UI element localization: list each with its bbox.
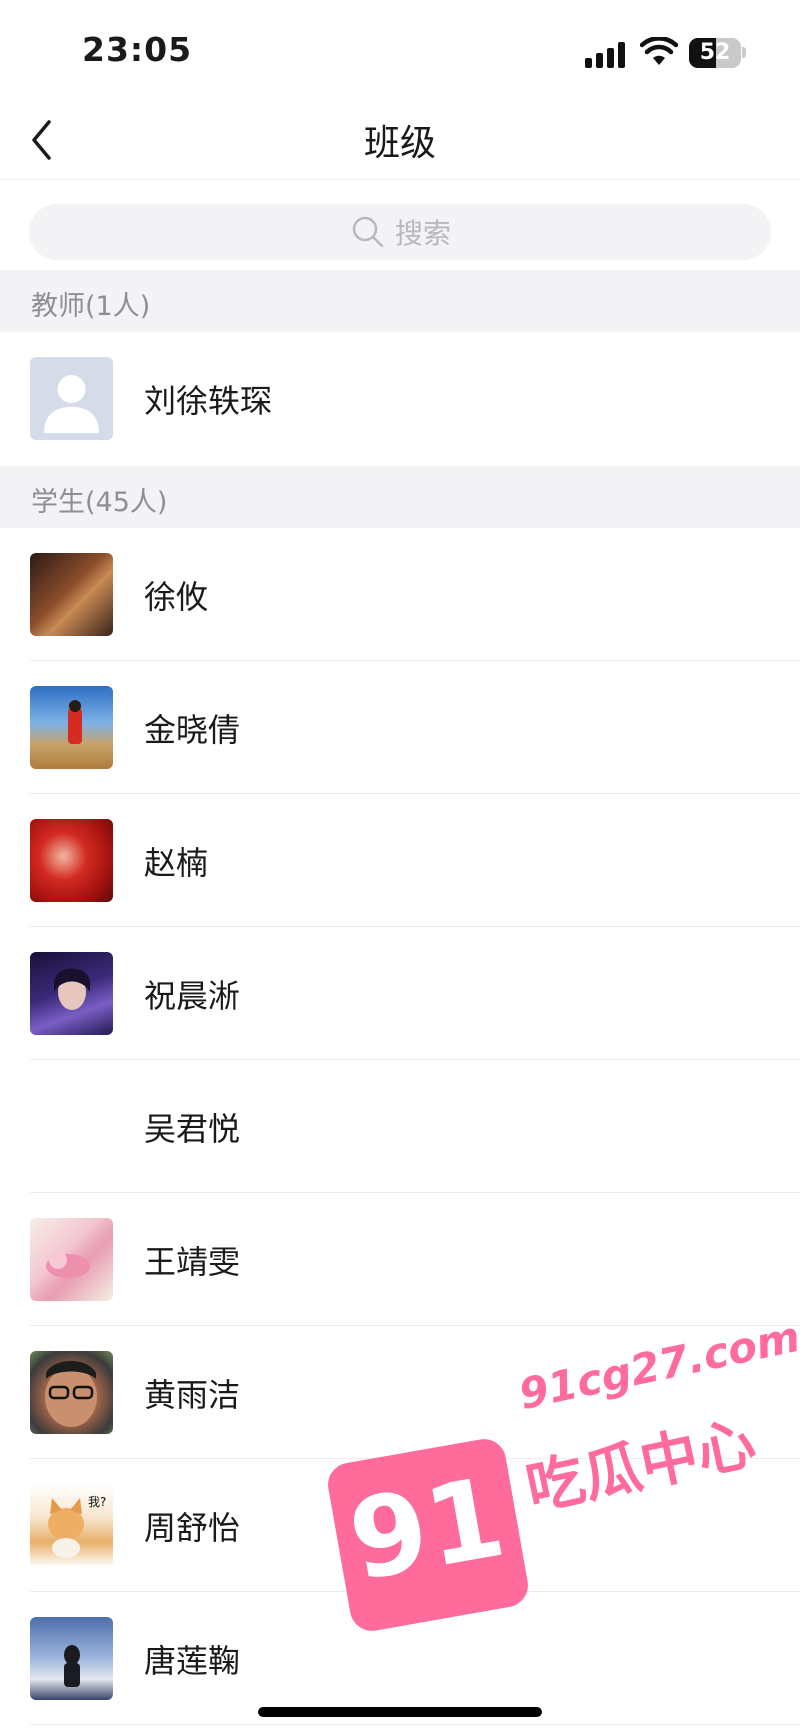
avatar	[30, 819, 113, 902]
member-name: 徐攸	[144, 578, 209, 616]
wifi-icon	[640, 37, 678, 65]
member-name: 王靖雯	[144, 1243, 241, 1281]
search-input[interactable]: 搜索	[29, 204, 771, 260]
section-header-teachers: 教师(1人)	[0, 270, 800, 332]
avatar	[30, 1351, 113, 1434]
avatar	[30, 553, 113, 636]
default-avatar-icon	[30, 357, 113, 440]
status-time: 23:05	[82, 30, 193, 69]
page-title: 班级	[363, 123, 436, 164]
avatar	[30, 952, 113, 1035]
avatar	[30, 686, 113, 769]
member-name: 赵楠	[144, 844, 209, 882]
search-icon	[352, 216, 384, 248]
nav-bar: 班级	[0, 100, 800, 180]
avatar	[30, 1218, 113, 1301]
watermark-badge-text: 91	[340, 1452, 514, 1606]
member-name: 周舒怡	[144, 1509, 241, 1547]
avatar	[30, 1085, 113, 1168]
member-name: 黄雨洁	[144, 1376, 241, 1414]
member-row-student[interactable]: 赵楠	[0, 794, 800, 927]
watermark-badge: 91	[324, 1435, 532, 1635]
search-placeholder: 搜索	[394, 217, 451, 250]
section-header-students: 学生(45人)	[0, 466, 800, 528]
signal-icon	[585, 40, 627, 68]
member-row-student[interactable]: 吴君悦	[0, 1060, 800, 1193]
member-name: 祝晨淅	[144, 977, 241, 1015]
member-name: 吴君悦	[144, 1110, 241, 1148]
section-title: 教师(1人)	[31, 291, 151, 322]
member-row-teacher[interactable]: 刘徐轶琛	[0, 332, 800, 465]
status-bar: 23:05 52	[0, 0, 800, 100]
member-row-student[interactable]: 祝晨淅	[0, 927, 800, 1060]
battery-tip	[742, 47, 746, 58]
member-name: 金晓倩	[144, 711, 241, 749]
battery-level: 52	[699, 40, 731, 65]
member-row-student[interactable]: 王靖雯	[0, 1193, 800, 1326]
watermark-label: 吃瓜中心	[520, 1408, 762, 1524]
avatar-caption: 我?	[88, 1495, 106, 1509]
member-row-student[interactable]: 金晓倩	[0, 661, 800, 794]
avatar: 我?	[30, 1484, 113, 1567]
avatar	[30, 1617, 113, 1700]
watermark: 91cg27.com 吃瓜中心 91	[324, 1312, 800, 1733]
member-row-student[interactable]: 徐攸	[0, 528, 800, 661]
battery-icon: 52	[689, 38, 741, 68]
section-title: 学生(45人)	[31, 487, 168, 518]
home-indicator[interactable]	[258, 1707, 542, 1717]
member-name: 刘徐轶琛	[144, 382, 273, 420]
member-name: 唐莲鞠	[144, 1642, 241, 1680]
